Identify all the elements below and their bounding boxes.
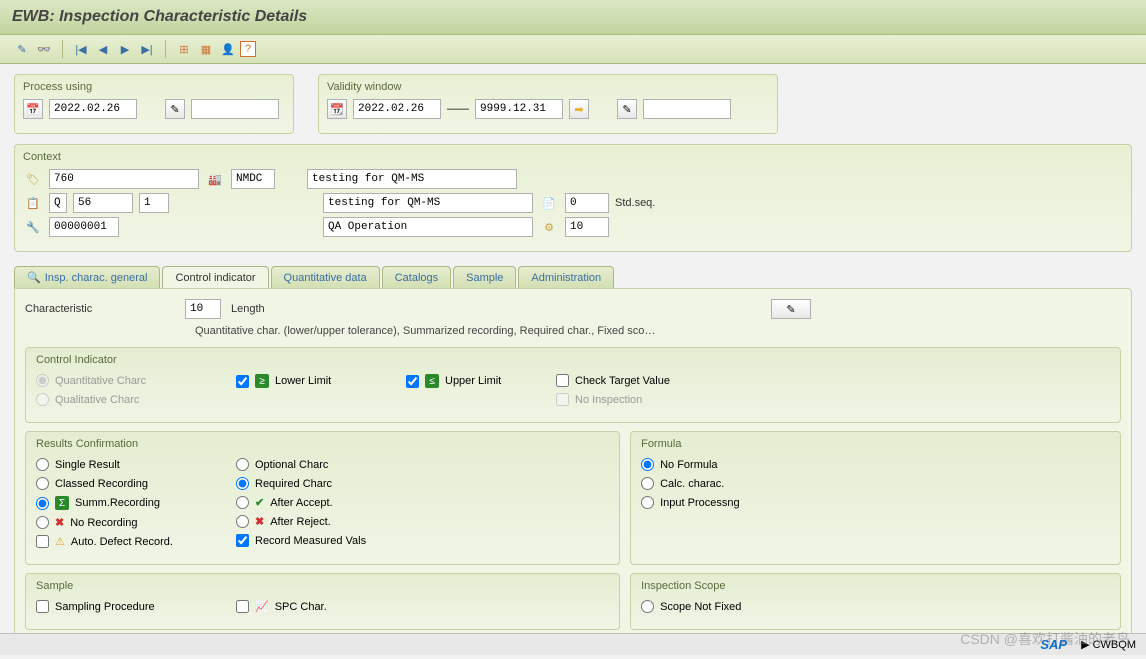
validity-extra-input[interactable] <box>643 99 731 119</box>
tab-quantitative[interactable]: Quantitative data <box>271 266 380 288</box>
afteracc-radio[interactable] <box>236 496 249 509</box>
recmeas-check[interactable] <box>236 534 249 547</box>
first-icon[interactable]: |◀ <box>71 39 91 59</box>
val10-input[interactable] <box>565 217 609 237</box>
lower-icon: ≥ <box>255 374 269 388</box>
lower-check[interactable] <box>236 375 249 388</box>
desc2-input[interactable] <box>323 193 533 213</box>
validity-to-input[interactable] <box>475 99 563 119</box>
num0-input[interactable] <box>565 193 609 213</box>
calc-radio[interactable] <box>641 477 654 490</box>
tab-control-indicator[interactable]: Control indicator <box>162 266 268 288</box>
scope-notfixed-radio[interactable] <box>641 600 654 613</box>
op-input[interactable] <box>49 217 119 237</box>
qual-radio <box>36 393 49 406</box>
arrow-right-icon[interactable]: ➡ <box>569 99 589 119</box>
results-title: Results Confirmation <box>36 438 609 450</box>
tab-admin[interactable]: Administration <box>518 266 614 288</box>
autodef-check[interactable] <box>36 535 49 548</box>
validity-label: Validity window <box>327 81 769 93</box>
quant-radio <box>36 374 49 387</box>
sap-logo: SAP <box>1040 637 1067 652</box>
process-using-label: Process using <box>23 81 285 93</box>
last-icon[interactable]: ▶| <box>137 39 157 59</box>
tab-icon: 🔍 <box>27 271 41 284</box>
tab-insp-general[interactable]: 🔍Insp. charac. general <box>14 266 160 288</box>
spc-check[interactable] <box>236 600 249 613</box>
edit-icon[interactable]: ✎ <box>12 39 32 59</box>
char-num-input[interactable] <box>185 299 221 319</box>
plant-input[interactable] <box>231 169 275 189</box>
char-name-label: Length <box>231 303 265 315</box>
date-range-icon[interactable]: 📆 <box>327 99 347 119</box>
upper-icon: ≤ <box>425 374 439 388</box>
warn-icon: ⚠ <box>55 535 65 548</box>
desc1-input[interactable] <box>307 169 517 189</box>
op-icon: 🔧 <box>23 217 43 237</box>
upper-check[interactable] <box>406 375 419 388</box>
characteristic-label: Characteristic <box>25 303 175 315</box>
status-bar: SAP ▶ CWBQM <box>0 633 1146 655</box>
q-input[interactable] <box>49 193 67 213</box>
context-code-input[interactable] <box>49 169 199 189</box>
seq2-input[interactable] <box>139 193 169 213</box>
factory-icon: 🏭 <box>205 169 225 189</box>
chart-icon: 📈 <box>255 600 269 613</box>
glasses-icon[interactable]: 👓 <box>34 39 54 59</box>
input-radio[interactable] <box>641 496 654 509</box>
char-longdesc: Quantitative char. (lower/upper toleranc… <box>195 325 1121 337</box>
wand-icon[interactable]: ✎ <box>165 99 185 119</box>
calendar-icon[interactable]: 📅 <box>23 99 43 119</box>
chktgt-check[interactable] <box>556 374 569 387</box>
nof-radio[interactable] <box>641 458 654 471</box>
sum-icon: Σ <box>55 496 69 510</box>
list-icon: 📋 <box>23 193 43 213</box>
next-icon[interactable]: ▶ <box>115 39 135 59</box>
prev-icon[interactable]: ◀ <box>93 39 113 59</box>
x2-icon: ✖ <box>255 515 264 528</box>
toolbar: ✎ 👓 |◀ ◀ ▶ ▶| ⊞ ▦ 👤 ? <box>0 35 1146 64</box>
norec-radio[interactable] <box>36 516 49 529</box>
system-label: ▶ CWBQM <box>1081 638 1136 651</box>
sampproc-check[interactable] <box>36 600 49 613</box>
wand2-icon[interactable]: ✎ <box>617 99 637 119</box>
single-radio[interactable] <box>36 458 49 471</box>
validity-from-input[interactable] <box>353 99 441 119</box>
scope-title: Inspection Scope <box>641 580 1110 592</box>
table-icon[interactable]: ▦ <box>196 39 216 59</box>
check-icon: ✔ <box>255 496 264 509</box>
ctrl-title: Control Indicator <box>36 354 1110 366</box>
seq1-input[interactable] <box>73 193 133 213</box>
user-icon[interactable]: 👤 <box>218 39 238 59</box>
dash-label: —— <box>447 103 469 115</box>
required-radio[interactable] <box>236 477 249 490</box>
help-icon[interactable]: ? <box>240 41 256 57</box>
process-extra-input[interactable] <box>191 99 279 119</box>
classed-radio[interactable] <box>36 477 49 490</box>
tab-sample[interactable]: Sample <box>453 266 516 288</box>
org-icon: 🏷 <box>23 169 43 189</box>
stdseq-label: Std.seq. <box>615 197 655 209</box>
edit-button[interactable]: ✎ <box>771 299 811 319</box>
tab-catalogs[interactable]: Catalogs <box>382 266 451 288</box>
afterrej-radio[interactable] <box>236 515 249 528</box>
page-title: EWB: Inspection Characteristic Details <box>12 8 1134 26</box>
gear-icon: ⚙ <box>539 217 559 237</box>
summ-radio[interactable] <box>36 497 49 510</box>
context-label: Context <box>23 151 1123 163</box>
noinsp-check <box>556 393 569 406</box>
formula-title: Formula <box>641 438 1110 450</box>
optional-radio[interactable] <box>236 458 249 471</box>
process-date-input[interactable] <box>49 99 137 119</box>
x-icon: ✖ <box>55 516 64 529</box>
hierarchy-icon[interactable]: ⊞ <box>174 39 194 59</box>
opdesc-input[interactable] <box>323 217 533 237</box>
doc-icon: 📄 <box>539 193 559 213</box>
sample-title: Sample <box>36 580 609 592</box>
